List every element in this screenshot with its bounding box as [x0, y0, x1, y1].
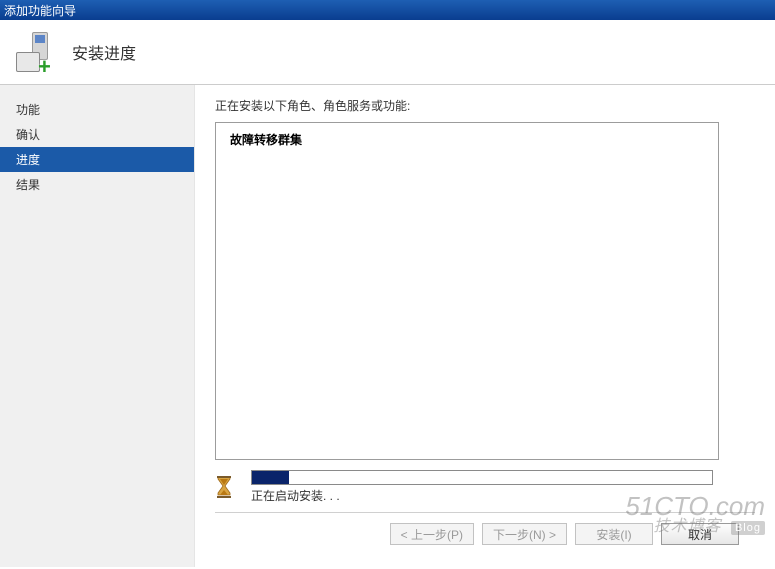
cancel-button[interactable]: 取消	[661, 523, 739, 545]
wizard-icon: +	[14, 30, 58, 74]
sidebar: 功能 确认 进度 结果	[0, 85, 195, 567]
window-titlebar: 添加功能向导	[0, 0, 775, 20]
progress-bar	[251, 470, 713, 485]
next-button: 下一步(N) >	[482, 523, 567, 545]
features-listbox: 故障转移群集	[215, 122, 719, 460]
sidebar-item-label: 功能	[16, 103, 40, 117]
main-panel: 正在安装以下角色、角色服务或功能: 故障转移群集 正在启动安装. . .	[195, 85, 775, 567]
prev-button: < 上一步(P)	[390, 523, 474, 545]
feature-item: 故障转移群集	[230, 131, 704, 148]
sidebar-item-features[interactable]: 功能	[0, 97, 194, 122]
sidebar-item-label: 确认	[16, 128, 40, 142]
sidebar-item-confirm[interactable]: 确认	[0, 122, 194, 147]
install-button: 安装(I)	[575, 523, 653, 545]
wizard-title: 安装进度	[72, 40, 136, 64]
wizard-body: 功能 确认 进度 结果 正在安装以下角色、角色服务或功能: 故障转移群集	[0, 85, 775, 567]
progress-status-text: 正在启动安装. . .	[251, 487, 719, 504]
window-title: 添加功能向导	[4, 2, 76, 19]
sidebar-item-progress[interactable]: 进度	[0, 147, 194, 172]
sidebar-item-results[interactable]: 结果	[0, 172, 194, 197]
button-row: < 上一步(P) 下一步(N) > 安装(I) 取消	[215, 523, 755, 555]
progress-column: 正在启动安装. . .	[251, 470, 719, 504]
sidebar-item-label: 进度	[16, 153, 40, 167]
progress-bar-fill	[252, 471, 289, 484]
hourglass-icon	[215, 476, 233, 498]
progress-row: 正在启动安装. . .	[215, 470, 719, 504]
instruction-text: 正在安装以下角色、角色服务或功能:	[215, 97, 755, 114]
sidebar-item-label: 结果	[16, 178, 40, 192]
wizard-header: + 安装进度	[0, 20, 775, 85]
button-separator	[215, 512, 755, 513]
